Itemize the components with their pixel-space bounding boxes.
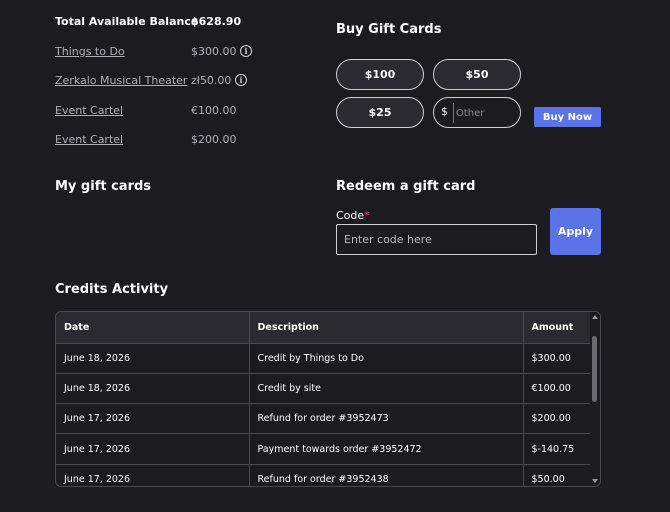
cell-amount: $50.00 [523,464,591,486]
cell-date: June 18, 2026 [56,343,250,374]
column-header-amount: Amount [523,312,591,344]
balance-row: Things to Do $300.00 i [55,44,295,75]
cell-amount: $300.00 [523,343,591,374]
code-label-text: Code [336,209,365,222]
cell-date: June 17, 2026 [56,464,250,486]
table-row: June 18, 2026 Credit by site €100.00 [56,373,591,405]
gift-code-input[interactable] [336,224,537,255]
table-row: June 18, 2026 Credit by Things to Do $30… [56,343,591,374]
merchant-balance-amount: $300.00 [191,44,237,58]
info-icon[interactable]: i [235,74,247,86]
total-balance-amount: $628.90 [191,15,242,28]
credits-table-container[interactable]: Date Description Amount June 18, 2026 Cr… [55,311,601,487]
balance-row: Zerkalo Musical Theater zł50.00 i [55,74,295,104]
cell-date: June 18, 2026 [56,373,250,405]
balance-summary: Total Available Balance $628.90 Things t… [55,15,295,163]
amount-100-button[interactable]: $100 [336,59,424,90]
scroll-down-arrow-icon[interactable] [592,479,598,483]
merchant-link[interactable]: Event Cartel [55,133,123,146]
balance-row: Event Cartel €100.00 [55,104,295,134]
cell-amount: $-140.75 [523,433,591,465]
required-mark: * [364,209,370,222]
cell-date: June 17, 2026 [56,403,250,435]
apply-button[interactable]: Apply [550,208,601,255]
amount-25-button[interactable]: $25 [336,97,424,128]
my-gift-cards-title: My gift cards [55,179,152,194]
cell-amount: €100.00 [523,373,591,405]
table-row: June 17, 2026 Refund for order #3952438 … [56,464,591,486]
merchant-balance-amount: zł50.00 [191,74,232,87]
merchant-link[interactable]: Zerkalo Musical Theater [55,74,187,87]
other-amount-field[interactable]: $ [433,97,521,128]
table-row: June 17, 2026 Payment towards order #395… [56,433,591,465]
balance-row: Event Cartel $200.00 [55,133,295,163]
total-balance-row: Total Available Balance $628.90 [55,15,295,45]
merchant-balance-amount: $200.00 [191,133,237,146]
cell-description: Refund for order #3952473 [249,403,524,435]
cell-amount: $200.00 [523,403,591,435]
currency-symbol: $ [441,105,448,118]
info-icon[interactable]: i [240,44,252,57]
credits-table: Date Description Amount June 18, 2026 Cr… [56,312,591,486]
cell-description: Refund for order #3952438 [249,464,524,486]
table-scrollbar[interactable] [590,312,600,486]
column-header-description: Description [249,312,524,344]
table-header-row: Date Description Amount [56,312,591,344]
column-header-date: Date [56,312,250,344]
scroll-up-arrow-icon[interactable] [592,315,598,319]
merchant-balance-amount: €100.00 [191,103,237,117]
cell-description: Credit by Things to Do [249,343,524,374]
code-label: Code* [336,209,370,222]
amount-50-button[interactable]: $50 [433,59,521,90]
other-amount-input[interactable] [453,103,515,123]
cell-description: Credit by site [249,373,524,405]
total-balance-label: Total Available Balance [55,15,199,28]
buy-gift-cards-title: Buy Gift Cards [336,22,442,37]
cell-description: Payment towards order #3952472 [249,433,524,465]
redeem-title: Redeem a gift card [336,179,476,194]
cell-date: June 17, 2026 [56,433,250,465]
credits-activity-title: Credits Activity [55,282,169,297]
merchant-link[interactable]: Event Cartel [55,104,123,117]
table-row: June 17, 2026 Refund for order #3952473 … [56,403,591,435]
merchant-link[interactable]: Things to Do [55,45,125,58]
scrollbar-thumb[interactable] [592,336,597,402]
gift-cards-page: Total Available Balance $628.90 Things t… [0,0,670,512]
buy-now-button[interactable]: Buy Now [534,107,601,127]
